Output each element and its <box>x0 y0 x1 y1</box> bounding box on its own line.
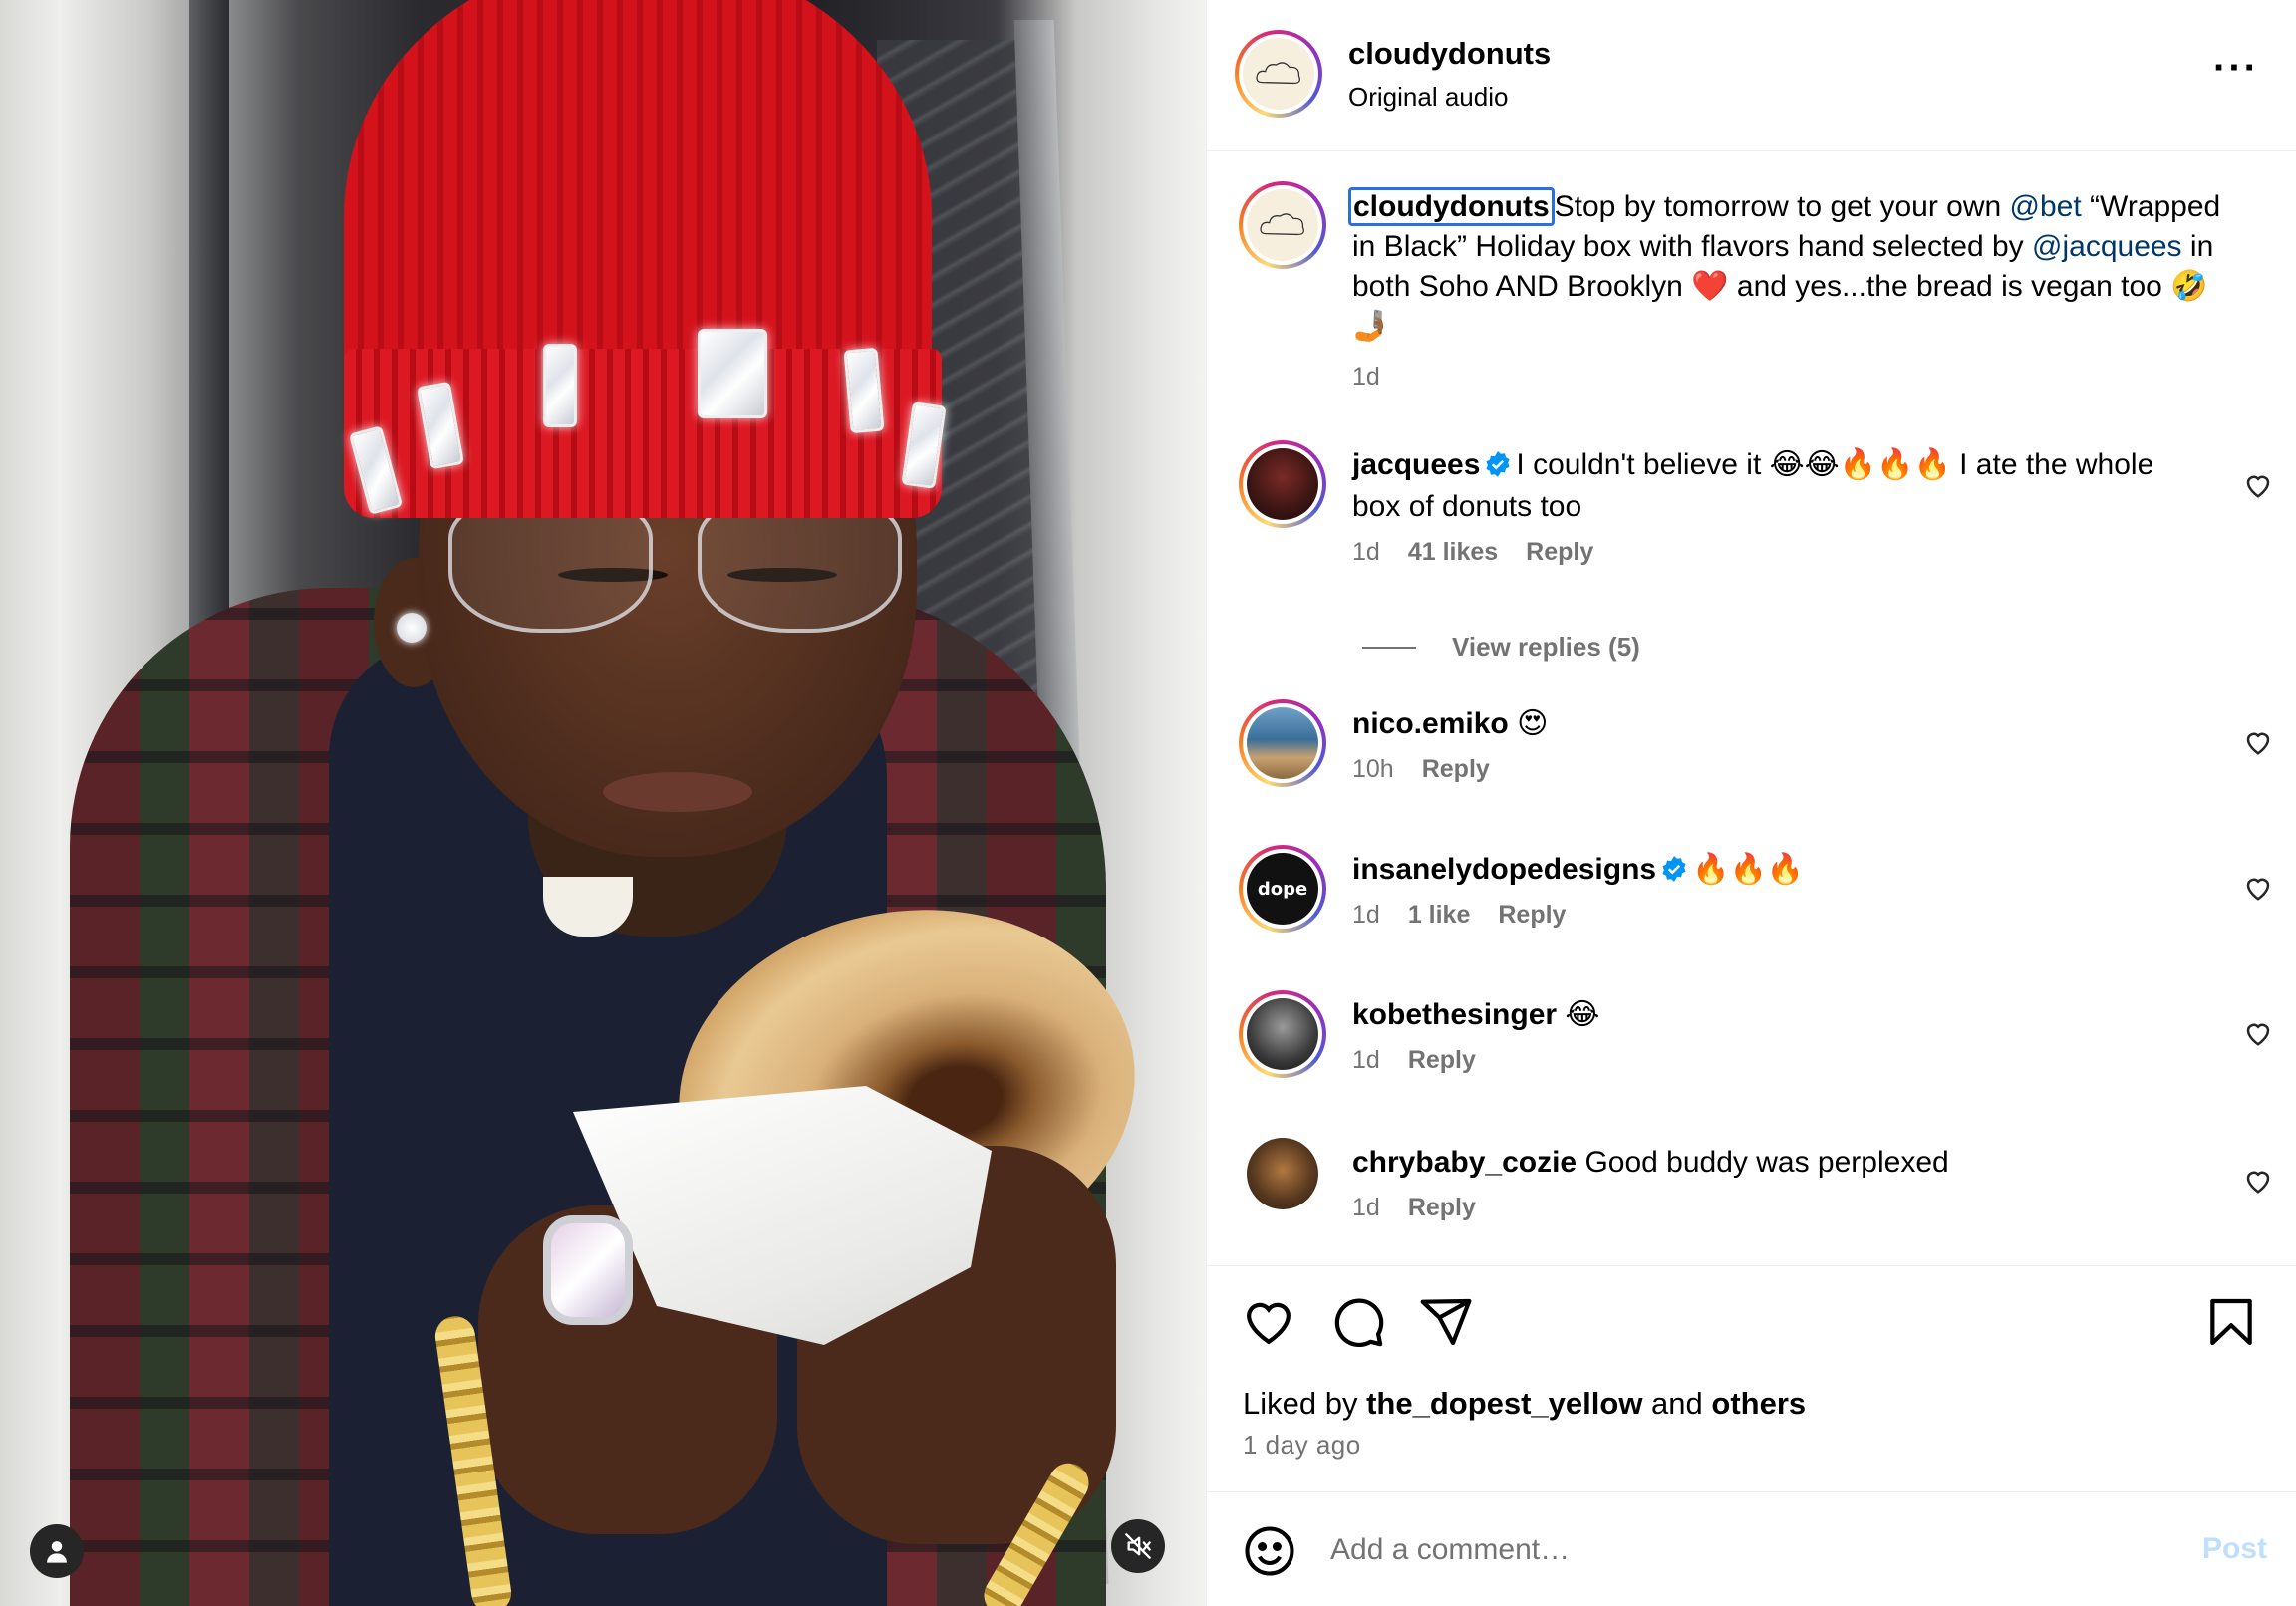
view-replies-button[interactable]: View replies (5) <box>1362 632 1640 663</box>
comment-meta: 1d 41 likes Reply <box>1352 538 1621 567</box>
comment-meta: 1d 1 like Reply <box>1352 901 1593 930</box>
comment-text: 😍 <box>1517 707 1549 740</box>
video-mouth <box>603 772 752 812</box>
liked-by-line: Liked by the_dopest_yellow and others <box>1243 1386 1806 1422</box>
author-avatar[interactable] <box>1235 30 1322 118</box>
comment-username[interactable]: nico.emiko <box>1352 707 1509 740</box>
like-comment-heart-icon[interactable] <box>2243 1166 2273 1196</box>
heart-icon[interactable] <box>1241 1294 1296 1350</box>
commenter-avatar[interactable] <box>1239 440 1326 528</box>
comment-likes[interactable]: 41 likes <box>1408 538 1498 566</box>
more-options-icon[interactable]: ··· <box>2213 48 2259 88</box>
comment-text: 😂 <box>1565 998 1600 1031</box>
mention-link[interactable]: @jacquees <box>2032 230 2182 263</box>
post-actions: Liked by the_dopest_yellow and others 1 … <box>1207 1265 2296 1492</box>
like-comment-heart-icon[interactable] <box>2243 727 2273 757</box>
comment-text: 🔥🔥🔥 <box>1692 853 1805 886</box>
comment-text: Good buddy was perplexed <box>1584 1146 1949 1179</box>
reply-button[interactable]: Reply <box>1526 538 1593 566</box>
commenter-avatar[interactable] <box>1239 990 1326 1078</box>
share-icon[interactable] <box>1418 1294 1474 1350</box>
comment-input[interactable] <box>1330 1526 2128 1574</box>
liked-by-prefix: Liked by <box>1243 1386 1367 1421</box>
liked-by-others[interactable]: others <box>1711 1386 1806 1421</box>
post-header: cloudydonuts Original audio ··· <box>1207 0 2296 151</box>
view-replies-label: View replies (5) <box>1452 632 1640 662</box>
author-username[interactable]: cloudydonuts <box>1348 36 1551 72</box>
cloudy-logo-icon <box>1260 213 1304 235</box>
mention-link[interactable]: @bet <box>2010 190 2082 223</box>
reply-button[interactable]: Reply <box>1498 901 1566 929</box>
commenter-avatar[interactable]: dope <box>1239 845 1326 933</box>
reply-button[interactable]: Reply <box>1422 755 1490 783</box>
bookmark-icon[interactable] <box>2203 1294 2259 1350</box>
audio-label[interactable]: Original audio <box>1348 82 1508 113</box>
like-comment-heart-icon[interactable] <box>2243 1018 2273 1048</box>
comment-username[interactable]: kobethesinger <box>1352 998 1557 1031</box>
verified-icon <box>1662 856 1686 882</box>
insanely-dope-logo: dope <box>1257 878 1308 900</box>
like-comment-heart-icon[interactable] <box>2243 873 2273 903</box>
post-caption: cloudydonuts Stop by tomorrow to get your… <box>1348 187 2229 397</box>
video-beanie-gem <box>698 329 767 418</box>
comment-time[interactable]: 1d <box>1352 538 1380 566</box>
mute-button[interactable] <box>1111 1519 1165 1573</box>
comment-time[interactable]: 10h <box>1352 755 1394 783</box>
verified-icon <box>1486 451 1510 477</box>
caption-avatar[interactable] <box>1239 181 1326 269</box>
video-earring <box>397 613 427 643</box>
comment-username[interactable]: chrybaby_cozie <box>1352 1146 1577 1179</box>
like-comment-heart-icon[interactable] <box>2243 470 2273 500</box>
tagged-users-button[interactable] <box>30 1524 84 1578</box>
comments-list[interactable]: cloudydonuts Stop by tomorrow to get your… <box>1207 151 2296 1265</box>
comment-meta: 1d Reply <box>1352 1194 1504 1222</box>
liked-by-middle: and <box>1642 1386 1712 1421</box>
comment-time[interactable]: 1d <box>1352 1046 1380 1074</box>
comment-icon[interactable] <box>1330 1294 1386 1350</box>
reel-video[interactable] <box>0 0 1206 1606</box>
caption-text: Stop by tomorrow to get your own <box>1554 190 2010 223</box>
caption-time[interactable]: 1d <box>1352 357 2229 397</box>
video-ring <box>543 1215 633 1325</box>
user-icon <box>47 1541 67 1563</box>
post-button[interactable]: Post <box>2202 1532 2267 1566</box>
cloudy-logo-icon <box>1256 62 1300 84</box>
emoji-icon[interactable] <box>1243 1524 1296 1578</box>
video-beanie-gem <box>543 344 577 427</box>
comment-username[interactable]: insanelydopedesigns <box>1352 853 1656 886</box>
video-glasses <box>448 498 917 638</box>
comment-time[interactable]: 1d <box>1352 1194 1380 1221</box>
liked-by-user[interactable]: the_dopest_yellow <box>1366 1386 1642 1421</box>
post-timestamp[interactable]: 1 day ago <box>1243 1430 1361 1461</box>
comment-username[interactable]: jacquees <box>1352 448 1480 481</box>
comment-composer: Post <box>1207 1492 2296 1606</box>
reply-button[interactable]: Reply <box>1408 1194 1476 1221</box>
post-side-panel: cloudydonuts Original audio ··· cloudydo… <box>1206 0 2296 1606</box>
mute-icon <box>1125 1533 1151 1559</box>
caption-username[interactable]: cloudydonuts <box>1348 187 1555 226</box>
comment-meta: 10h Reply <box>1352 755 1518 784</box>
commenter-avatar[interactable] <box>1247 1138 1318 1209</box>
comment-likes[interactable]: 1 like <box>1408 901 1471 929</box>
video-beanie-gem <box>843 347 885 434</box>
comment-time[interactable]: 1d <box>1352 901 1380 929</box>
comment-meta: 1d Reply <box>1352 1046 1504 1075</box>
commenter-avatar[interactable] <box>1239 699 1326 787</box>
reply-button[interactable]: Reply <box>1408 1046 1476 1074</box>
